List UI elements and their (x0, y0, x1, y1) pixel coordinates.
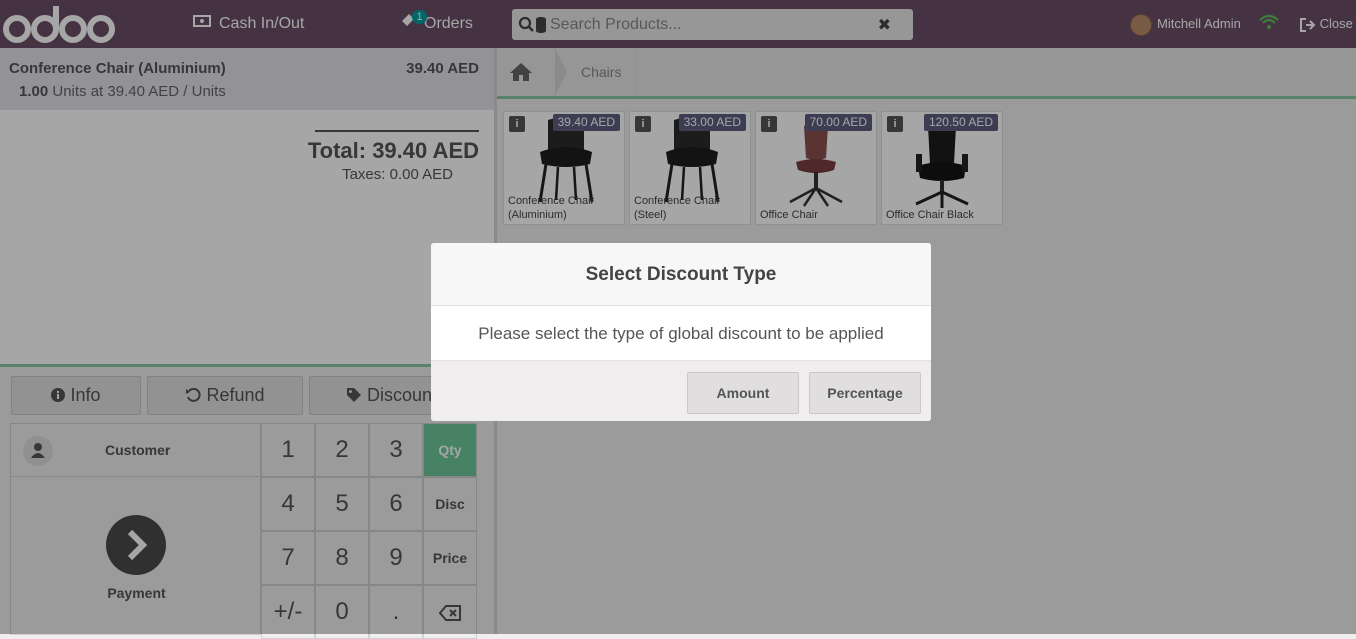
discount-type-dialog: Select Discount Type Please select the t… (431, 243, 931, 421)
dialog-message: Please select the type of global discoun… (478, 324, 884, 343)
dialog-footer: Amount Percentage (431, 360, 931, 421)
amount-button[interactable]: Amount (687, 372, 799, 414)
dialog-title: Select Discount Type (431, 243, 931, 306)
percentage-button[interactable]: Percentage (809, 372, 921, 414)
